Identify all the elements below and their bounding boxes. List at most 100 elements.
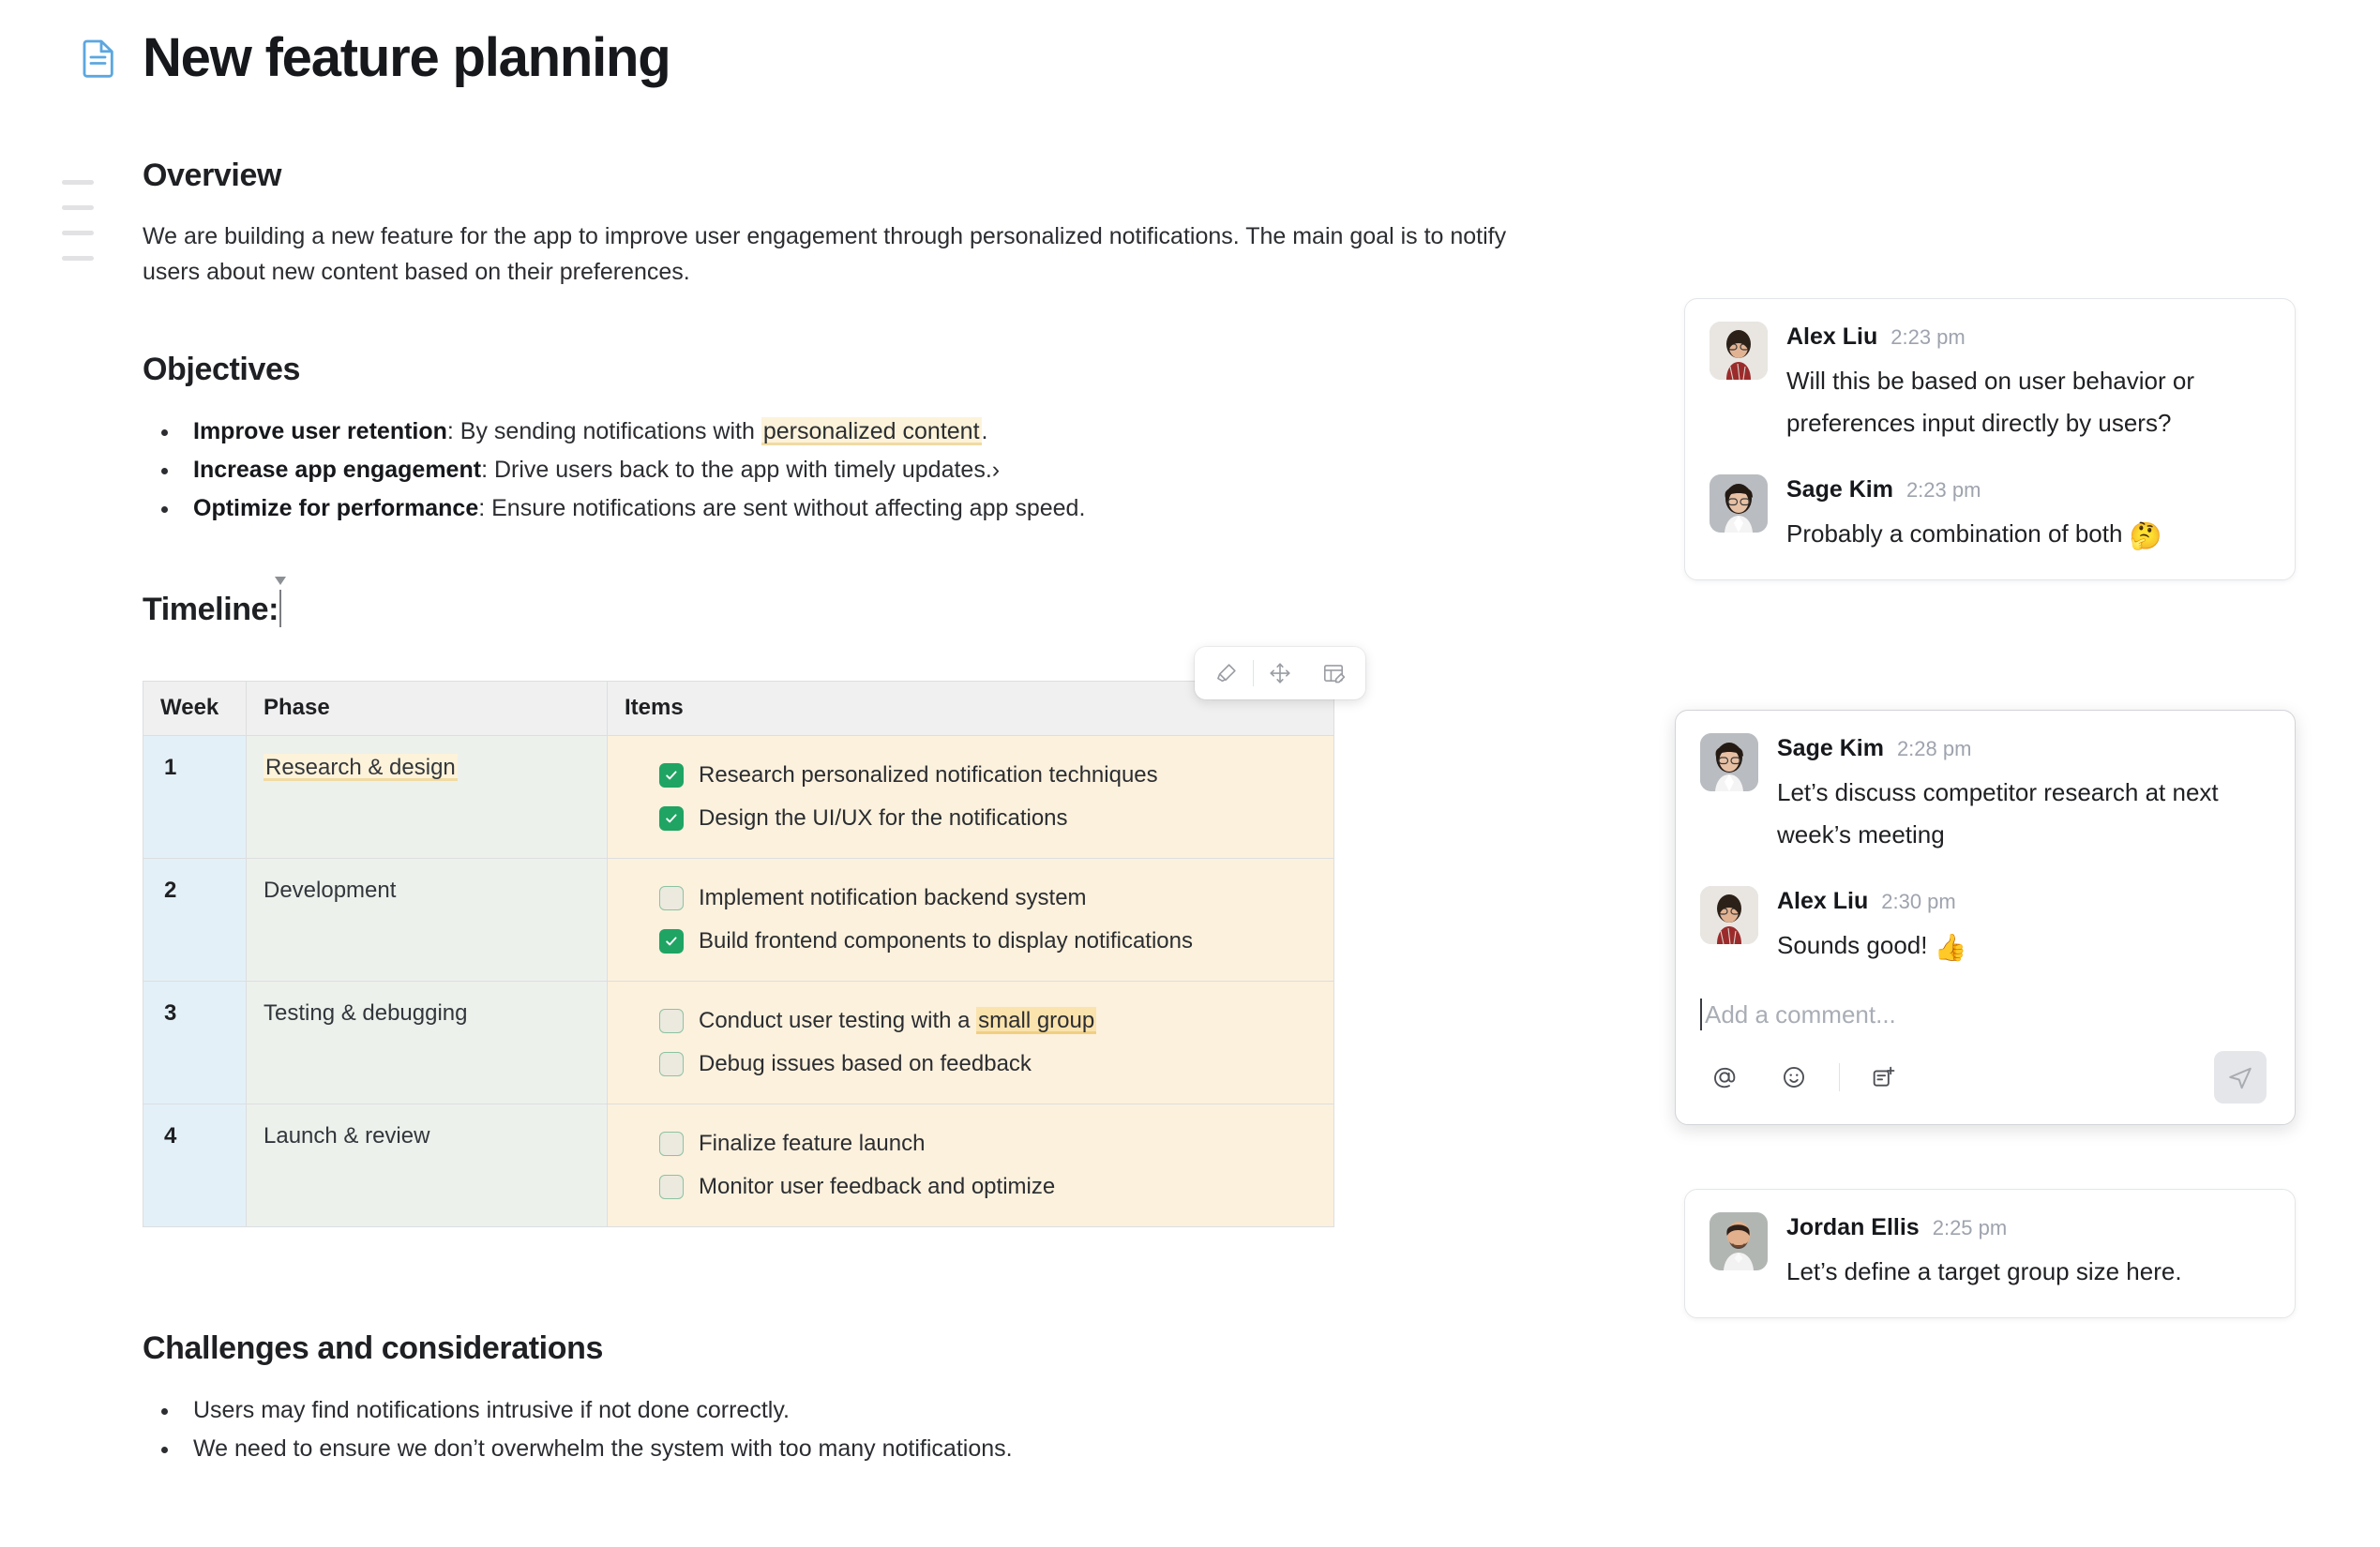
table-toolbar <box>1195 647 1365 699</box>
cell-items[interactable]: Finalize feature launch Monitor user fee… <box>608 1104 1334 1227</box>
comment-text: Sounds good! 👍 <box>1777 924 2270 967</box>
comment-author[interactable]: Sage Kim <box>1786 476 1893 503</box>
mention-button[interactable] <box>1700 1055 1749 1100</box>
cell-week[interactable]: 2 <box>143 859 247 982</box>
send-button[interactable] <box>2214 1051 2267 1104</box>
checklist-label: Build frontend components to display not… <box>699 923 1193 960</box>
highlighter-button[interactable] <box>1202 651 1251 696</box>
challenge-item[interactable]: We need to ensure we don’t overwhelm the… <box>143 1430 1605 1468</box>
margin-handle-3[interactable] <box>62 231 94 235</box>
checkbox-checked[interactable] <box>659 763 684 788</box>
objective-text: : Drive users back to the app with timel… <box>481 457 1000 483</box>
comment-body: Sage Kim 2:23 pm Probably a combination … <box>1786 474 2270 555</box>
cell-phase[interactable]: Development <box>247 859 608 982</box>
comment-message: Sage Kim 2:23 pm Probably a combination … <box>1710 474 2270 555</box>
checklist-item[interactable]: Conduct user testing with a small group <box>659 1002 1315 1040</box>
comment-body: Sage Kim 2:28 pm Let’s discuss competito… <box>1777 733 2270 856</box>
cell-week[interactable]: 3 <box>143 982 247 1104</box>
checkbox-unchecked[interactable] <box>659 1052 684 1076</box>
alex-liu-avatar <box>1710 322 1768 380</box>
page-title[interactable]: New feature planning <box>143 30 670 87</box>
comment-timestamp: 2:23 pm <box>1890 325 1966 350</box>
alex-liu-avatar <box>1700 886 1758 944</box>
comment-input[interactable]: Add a comment... <box>1700 995 2270 1034</box>
cell-phase[interactable]: Testing & debugging <box>247 982 608 1104</box>
checklist-item[interactable]: Monitor user feedback and optimize <box>659 1168 1315 1206</box>
comment-body: Alex Liu 2:23 pm Will this be based on u… <box>1786 322 2270 444</box>
thinking-face-emoji: 🤔 <box>2130 521 2162 550</box>
cell-week[interactable]: 4 <box>143 1104 247 1227</box>
objective-text: : By sending notifications with <box>447 418 761 444</box>
overview-heading: Overview <box>143 158 1605 194</box>
objective-item[interactable]: Improve user retention: By sending notif… <box>143 413 1605 451</box>
timeline-table[interactable]: Week Phase Items 1 Research & design Res… <box>143 681 1334 1227</box>
objective-label: Improve user retention <box>193 418 447 444</box>
add-note-icon <box>1870 1064 1896 1090</box>
comment-author[interactable]: Alex Liu <box>1786 323 1877 351</box>
checklist-label: Debug issues based on feedback <box>699 1045 1032 1083</box>
highlight-personalized-content[interactable]: personalized content <box>761 417 982 445</box>
comment-timestamp: 2:28 pm <box>1897 737 1972 761</box>
comment-message: Alex Liu 2:23 pm Will this be based on u… <box>1710 322 2270 444</box>
timeline-heading-text: Timeline: <box>143 592 279 627</box>
column-header-phase[interactable]: Phase <box>247 682 608 736</box>
emoji-button[interactable] <box>1770 1055 1818 1100</box>
send-icon <box>2226 1063 2254 1091</box>
cell-phase[interactable]: Research & design <box>247 736 608 859</box>
highlight-research-design[interactable]: Research & design <box>264 754 458 781</box>
margin-handle-4[interactable] <box>62 256 94 261</box>
comment-thread-3[interactable]: Jordan Ellis 2:25 pm Let’s define a targ… <box>1684 1189 2296 1318</box>
comment-thread-1[interactable]: Alex Liu 2:23 pm Will this be based on u… <box>1684 298 2296 580</box>
highlighter-icon <box>1214 661 1239 685</box>
comment-text: Let’s discuss competitor research at nex… <box>1777 772 2270 856</box>
challenge-item[interactable]: Users may find notifications intrusive i… <box>143 1391 1605 1430</box>
checkbox-checked[interactable] <box>659 806 684 831</box>
sage-kim-avatar <box>1710 474 1768 533</box>
checkbox-checked[interactable] <box>659 929 684 954</box>
comment-author[interactable]: Alex Liu <box>1777 888 1868 915</box>
checklist-item[interactable]: Design the UI/UX for the notifications <box>659 800 1315 837</box>
objective-item[interactable]: Optimize for performance: Ensure notific… <box>143 489 1605 528</box>
highlight-small-group[interactable]: small group <box>976 1007 1096 1034</box>
checkbox-unchecked[interactable] <box>659 1132 684 1156</box>
objective-item[interactable]: Increase app engagement: Drive users bac… <box>143 451 1605 489</box>
checkbox-unchecked[interactable] <box>659 1175 684 1199</box>
thumbs-up-emoji: 👍 <box>1935 933 1967 962</box>
checklist-item[interactable]: Debug issues based on feedback <box>659 1045 1315 1083</box>
comment-text-body: Sounds good! <box>1777 931 1935 959</box>
toolbar-divider <box>1253 660 1254 686</box>
cell-items[interactable]: Implement notification backend system Bu… <box>608 859 1334 982</box>
cell-items[interactable]: Research personalized notification techn… <box>608 736 1334 859</box>
objective-text-tail: . <box>982 418 988 444</box>
comment-thread-2-active[interactable]: Sage Kim 2:28 pm Let’s discuss competito… <box>1675 710 2296 1125</box>
table-row: 1 Research & design Research personalize… <box>143 736 1334 859</box>
checklist-item[interactable]: Research personalized notification techn… <box>659 757 1315 794</box>
cell-items[interactable]: Conduct user testing with a small group … <box>608 982 1334 1104</box>
margin-handle-2[interactable] <box>62 205 94 210</box>
column-header-week[interactable]: Week <box>143 682 247 736</box>
checklist-label: Implement notification backend system <box>699 879 1087 917</box>
checklist-item[interactable]: Implement notification backend system <box>659 879 1315 917</box>
challenges-list: Users may find notifications intrusive i… <box>143 1391 1605 1468</box>
add-note-button[interactable] <box>1859 1055 1907 1100</box>
table-row: 2 Development Implement notification bac… <box>143 859 1334 982</box>
comment-body: Alex Liu 2:30 pm Sounds good! 👍 <box>1777 886 2270 967</box>
checkbox-unchecked[interactable] <box>659 1009 684 1033</box>
cell-week[interactable]: 1 <box>143 736 247 859</box>
comment-author[interactable]: Jordan Ellis <box>1786 1214 1920 1241</box>
objectives-heading: Objectives <box>143 352 1605 388</box>
cell-phase[interactable]: Launch & review <box>247 1104 608 1227</box>
checklist-item[interactable]: Build frontend components to display not… <box>659 923 1315 960</box>
timeline-heading: Timeline: <box>143 590 281 628</box>
comment-author[interactable]: Sage Kim <box>1777 735 1884 762</box>
emoji-icon <box>1781 1064 1807 1090</box>
overview-paragraph[interactable]: We are building a new feature for the ap… <box>143 218 1568 290</box>
table-edit-button[interactable] <box>1309 651 1358 696</box>
checkbox-unchecked[interactable] <box>659 886 684 910</box>
objective-label: Optimize for performance <box>193 495 478 521</box>
move-button[interactable] <box>1256 651 1304 696</box>
comment-input-placeholder: Add a comment... <box>1705 1000 1896 1029</box>
text-cursor <box>279 590 281 627</box>
checklist-item[interactable]: Finalize feature launch <box>659 1125 1315 1163</box>
margin-handle-1[interactable] <box>62 180 94 185</box>
